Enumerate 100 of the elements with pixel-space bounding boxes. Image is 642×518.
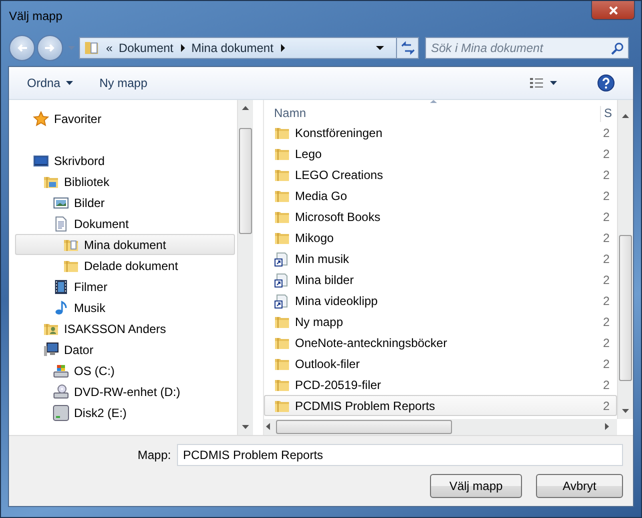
file-name: PCD-20519-filer [295,378,382,392]
table-cell-text: 2 [602,210,611,224]
column-header[interactable]: Namn [264,106,600,122]
refresh-button[interactable] [397,37,419,59]
address-bar[interactable]: « Dokument Mina dokument [79,37,397,59]
help-icon [597,74,615,92]
document-icon [53,216,69,232]
folder-label: Mapp: [136,448,171,462]
vertical-scrollbar[interactable] [237,100,253,435]
organize-menu-button[interactable]: Ordna [19,72,82,94]
forward-button[interactable] [37,35,63,61]
search-field[interactable]: Sök i Mina dokument [425,37,629,59]
file-name: OneNote-anteckningsböcker [295,336,448,350]
horizontal-scrollbar[interactable] [264,419,617,435]
desktop-icon [33,152,49,168]
file-name: Mikogo [295,230,334,244]
tree-item[interactable]: OS (C:) [15,360,235,381]
down-arrow-icon [242,425,249,429]
forward-arrow-icon [44,42,56,54]
caret-icon [376,46,384,50]
breadcrumb[interactable]: Dokument [118,41,186,55]
file-name: Mina bilder [295,272,354,286]
table-cell-text: 2 [602,356,611,370]
cancel-button[interactable]: Avbryt [536,474,623,498]
table-cell-text: 2 [602,168,611,182]
table-cell-text: 2 [602,230,611,244]
chevron-right-icon [181,44,186,52]
file-row[interactable]: LEGO Creations 2 [264,164,617,185]
file-row[interactable]: Konstföreningen 2 [264,122,617,143]
tree-item[interactable]: Musik [15,297,235,318]
close-icon [608,4,618,16]
window-title: Välj mapp [9,9,62,23]
file-row[interactable]: Mina videoklipp 2 [264,290,617,311]
optical-drive-icon [53,384,69,400]
down-arrow-icon [622,409,629,413]
file-row[interactable]: Lego 2 [264,143,617,164]
file-row[interactable]: PCD-20519-filer 2 [264,374,617,395]
caret-icon [550,81,557,85]
file-name: Lego [295,146,322,160]
tree-item[interactable]: Filmer [15,276,235,297]
table-cell-text: 2 [602,188,611,202]
table-cell-text: 2 [602,294,611,308]
table-cell-text: 2 [602,252,611,266]
table-cell-text: 2 [602,398,611,412]
file-row[interactable]: PCDMIS Problem Reports 2 [264,395,617,416]
file-name: Outlook-filer [295,356,360,370]
tree-item[interactable]: Favoriter [15,108,235,129]
folder-icon [84,40,100,56]
file-row[interactable]: Mina bilder 2 [264,269,617,290]
file-row[interactable]: Min musik 2 [264,248,617,269]
table-cell-text: 2 [602,126,611,140]
tree-item[interactable]: Dokument [15,213,235,234]
file-name: Microsoft Books [295,210,380,224]
table-cell-text: 2 [602,314,611,328]
vertical-scrollbar[interactable] [617,100,633,419]
file-row[interactable]: Outlook-filer 2 [264,353,617,374]
picture-icon [53,194,69,210]
file-row[interactable]: Media Go 2 [264,185,617,206]
table-cell-text: 2 [602,146,611,160]
list-view-icon [529,76,544,90]
tree-item[interactable]: DVD-RW-enhet (D:) [15,381,235,402]
file-row[interactable]: OneNote-anteckningsböcker 2 [264,332,617,353]
up-arrow-icon [242,106,249,110]
right-arrow-icon [605,423,609,430]
music-note-icon [53,300,69,316]
tree-item[interactable]: Dator [15,339,235,360]
shortcut-folder-icon [274,272,290,288]
up-arrow-icon [622,114,629,118]
shortcut-folder-icon [274,292,290,308]
drive-icon [53,362,69,378]
tree-item[interactable]: Mina dokument [15,234,235,255]
tree-item[interactable]: ISAKSSON Anders [15,318,235,339]
table-cell-text: 2 [602,336,611,350]
computer-icon [43,342,59,358]
new-folder-button[interactable]: Ny mapp [91,72,156,94]
tree-item[interactable]: Skrivbord [15,150,235,171]
breadcrumb-overflow[interactable]: « [106,41,113,55]
breadcrumb[interactable]: Mina dokument [191,41,286,55]
table-cell-text: 2 [602,378,611,392]
close-button[interactable] [591,1,635,20]
file-row[interactable]: Microsoft Books 2 [264,206,617,227]
file-name: LEGO Creations [295,168,384,182]
left-arrow-icon [266,423,270,430]
drive-icon [53,404,69,420]
tree-item[interactable]: Bilder [15,192,235,213]
tree-item[interactable]: Delade dokument [15,255,235,276]
film-icon [53,278,69,294]
file-name: Ny mapp [295,314,344,328]
folder-name-field[interactable]: PCDMIS Problem Reports [177,444,623,466]
file-row[interactable]: Ny mapp 2 [264,311,617,332]
select-folder-button[interactable]: Välj mapp [430,474,522,498]
back-button[interactable] [9,35,35,61]
tree-item[interactable]: Bibliotek [15,171,235,192]
chevron-right-icon [281,44,286,52]
sort-arrow-icon [430,100,437,103]
file-row[interactable]: Mikogo 2 [264,227,617,248]
file-name: PCDMIS Problem Reports [295,398,436,412]
file-name: Mina videoklipp [295,294,378,308]
tree-item[interactable]: Disk2 (E:) [15,402,235,423]
star-icon [33,110,49,126]
